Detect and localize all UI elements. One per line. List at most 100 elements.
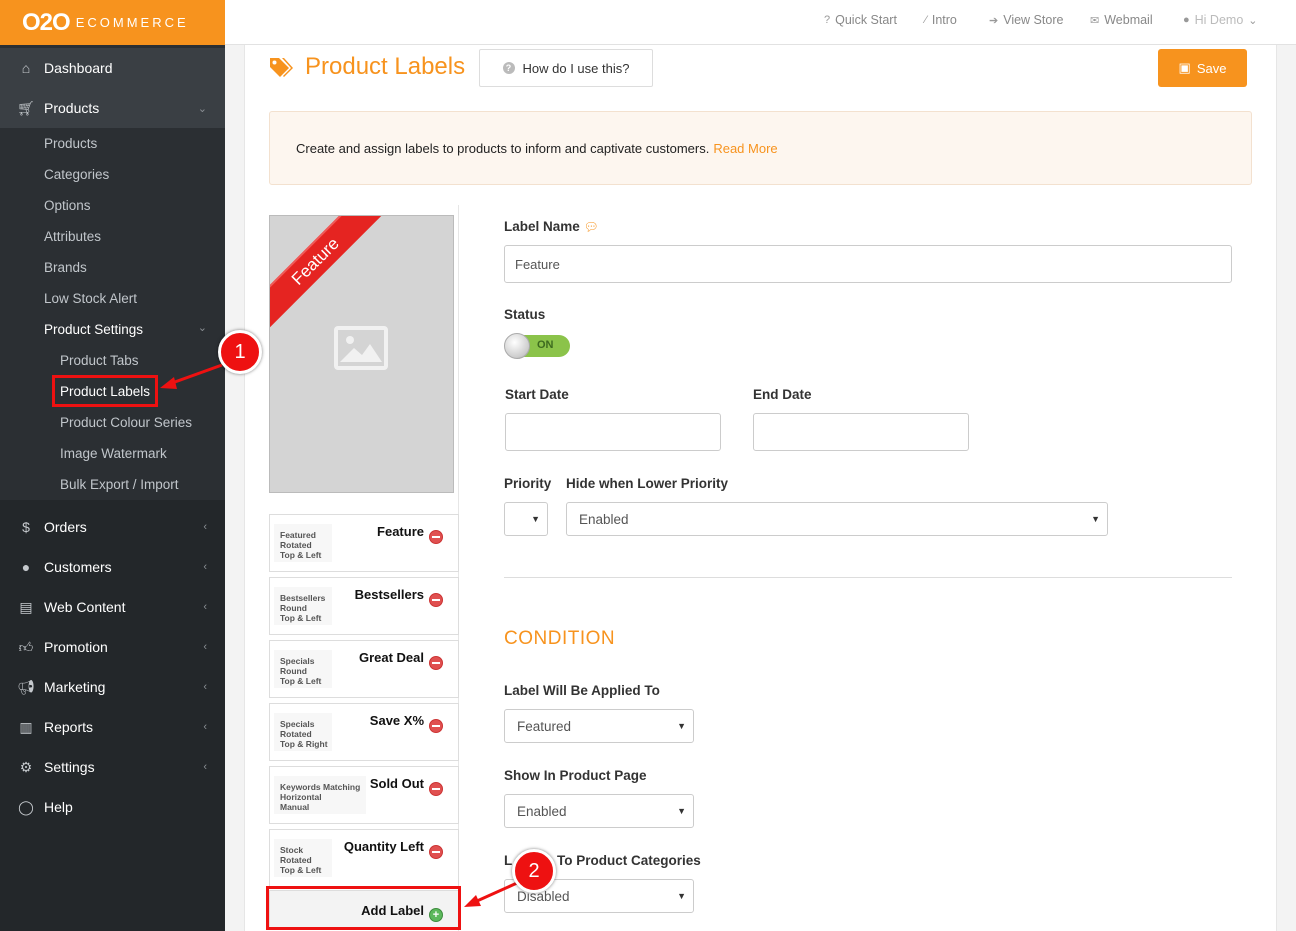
hide-lower-priority-select[interactable]: Enabled ▼ — [566, 502, 1108, 536]
sidebar-item-label: Promotion — [44, 639, 108, 655]
label-list-item[interactable]: Stock Rotated Top & Left Quantity Left — [269, 829, 459, 887]
sidebar-item-label: Customers — [44, 559, 112, 575]
book-icon: ▤ — [19, 598, 33, 615]
caret-down-icon: ▼ — [531, 514, 540, 524]
sidebar-item-dashboard[interactable]: ⌂ Dashboard — [0, 48, 225, 88]
sidebar-item-promotion[interactable]: 👍︎ Promotion ‹ — [0, 627, 225, 667]
sidebar-item-customers[interactable]: ● Customers ‹ — [0, 547, 225, 587]
page-title: Product Labels — [305, 53, 466, 80]
label-list-item[interactable]: Specials Round Top & Left Great Deal — [269, 640, 459, 698]
divider — [504, 577, 1232, 578]
top-link-label: View Store — [1003, 13, 1064, 27]
logo[interactable]: O2O ECOMMERCE — [0, 0, 225, 45]
applied-to-label: Label Will Be Applied To — [504, 683, 660, 698]
show-in-page-select[interactable]: Enabled ▼ — [504, 794, 694, 828]
sidebar-item-help[interactable]: ◯ Help — [0, 787, 225, 827]
floppy-disk-icon: ▣ — [1178, 60, 1191, 75]
intro-link[interactable]: ⁄ Intro — [925, 13, 957, 27]
condition-title: CONDITION — [504, 628, 616, 649]
label-name: Sold Out — [369, 776, 424, 791]
select-value: Enabled — [517, 803, 567, 819]
caret-down-icon: ▼ — [677, 891, 686, 901]
read-more-link[interactable]: Read More — [713, 141, 777, 156]
chevron-left-icon: ‹ — [203, 681, 207, 693]
sidebar-subitem-options[interactable]: Options — [44, 198, 91, 213]
top-link-label: Quick Start — [835, 13, 897, 27]
chevron-left-icon: ‹ — [203, 761, 207, 773]
sidebar-item-label: Products — [44, 100, 100, 116]
label-list-item[interactable]: Specials Rotated Top & Right Save X% — [269, 703, 459, 761]
sidebar-item-label: Web Content — [44, 599, 126, 615]
show-in-page-label: Show In Product Page — [504, 768, 647, 783]
remove-label-icon[interactable] — [429, 656, 443, 670]
sidebar-item-label: Help — [44, 799, 73, 815]
status-toggle[interactable]: ON — [504, 333, 570, 359]
sidebar-subitem-product-tabs[interactable]: Product Tabs — [60, 353, 139, 368]
label-meta: Specials Round Top & Left — [274, 650, 332, 688]
sidebar-item-settings[interactable]: ⚙ Settings ‹ — [0, 747, 225, 787]
save-label: Save — [1196, 60, 1227, 76]
sidebar-subitem-product-colour-series[interactable]: Product Colour Series — [60, 415, 192, 430]
how-to-label: How do I use this? — [522, 60, 630, 76]
sidebar-subitem-product-settings[interactable]: Product Settings — [44, 322, 143, 337]
tags-icon — [268, 56, 294, 86]
sign-in-icon: ➔ — [989, 14, 999, 27]
remove-label-icon[interactable] — [429, 845, 443, 859]
image-placeholder-icon — [334, 326, 388, 370]
sidebar-subitem-brands[interactable]: Brands — [44, 260, 87, 275]
view-store-link[interactable]: ➔ View Store — [989, 13, 1063, 27]
remove-label-icon[interactable] — [429, 719, 443, 733]
remove-label-icon[interactable] — [429, 593, 443, 607]
sidebar-item-orders[interactable]: $ Orders ‹ — [0, 507, 225, 547]
question-icon: ? — [824, 14, 831, 26]
label-meta: Specials Rotated Top & Right — [274, 713, 332, 751]
sidebar-item-reports[interactable]: ▥ Reports ‹ — [0, 707, 225, 747]
annotation-badge-1: 1 — [218, 330, 262, 374]
quick-start-link[interactable]: ? Quick Start — [824, 13, 897, 27]
top-link-label: Intro — [931, 13, 957, 27]
top-link-label: Hi Demo — [1194, 13, 1244, 27]
end-date-input[interactable] — [753, 413, 969, 451]
sidebar-subitem-products[interactable]: Products — [44, 136, 97, 151]
label-list-item[interactable]: Keywords Matching Horizontal Manual Sold O… — [269, 766, 459, 824]
user-icon: ● — [21, 559, 31, 575]
sidebar-subitem-image-watermark[interactable]: Image Watermark — [60, 446, 167, 461]
sidebar-subitem-low-stock-alert[interactable]: Low Stock Alert — [44, 291, 137, 306]
sidebar-item-marketing[interactable]: 📢︎ Marketing ‹ — [0, 667, 225, 707]
save-button[interactable]: ▣ Save — [1158, 49, 1247, 87]
label-list-item[interactable]: Featured Rotated Top & Left Feature — [269, 514, 459, 572]
sidebar-subitem-bulk-export-import[interactable]: Bulk Export / Import — [60, 477, 179, 492]
wand-icon: ⁄ — [925, 14, 927, 26]
annotation-badge-2: 2 — [512, 849, 556, 893]
label-name: Feature — [377, 524, 424, 539]
label-name: Save X% — [369, 713, 424, 728]
preview-ribbon: Feature — [270, 216, 390, 336]
sidebar-subitem-attributes[interactable]: Attributes — [44, 229, 101, 244]
remove-label-icon[interactable] — [429, 782, 443, 796]
chevron-left-icon: ‹ — [203, 601, 207, 613]
label-name-input[interactable]: Feature — [504, 245, 1232, 283]
select-value: Featured — [517, 718, 572, 734]
chevron-left-icon: ‹ — [203, 641, 207, 653]
user-icon: ● — [1183, 14, 1190, 26]
bullhorn-icon: 📢︎ — [17, 678, 35, 695]
user-menu[interactable]: ● Hi Demo ⌄ — [1183, 13, 1258, 27]
applied-to-select[interactable]: Featured ▼ — [504, 709, 694, 743]
webmail-link[interactable]: ✉ Webmail — [1090, 13, 1153, 27]
priority-select[interactable]: ▼ — [504, 502, 548, 536]
gear-icon: ⚙ — [19, 758, 33, 775]
priority-label: Priority — [504, 476, 552, 491]
remove-label-icon[interactable] — [429, 530, 443, 544]
caret-down-icon: ▼ — [1091, 514, 1100, 524]
select-value: Enabled — [579, 511, 629, 527]
categories-label-right: To Product Categories — [557, 853, 701, 868]
label-list-item[interactable]: Bestsellers Round Top & Left Bestsellers — [269, 577, 459, 635]
sidebar-item-products[interactable]: 🛒︎ Products ⌄ — [0, 88, 225, 128]
sidebar-item-label: Marketing — [44, 679, 106, 695]
sidebar-item-label: Dashboard — [44, 60, 113, 76]
sidebar-subitem-categories[interactable]: Categories — [44, 167, 109, 182]
status-label: Status — [504, 307, 546, 322]
how-to-button[interactable]: ? How do I use this? — [479, 49, 653, 87]
start-date-input[interactable] — [505, 413, 721, 451]
sidebar-item-web-content[interactable]: ▤ Web Content ‹ — [0, 587, 225, 627]
